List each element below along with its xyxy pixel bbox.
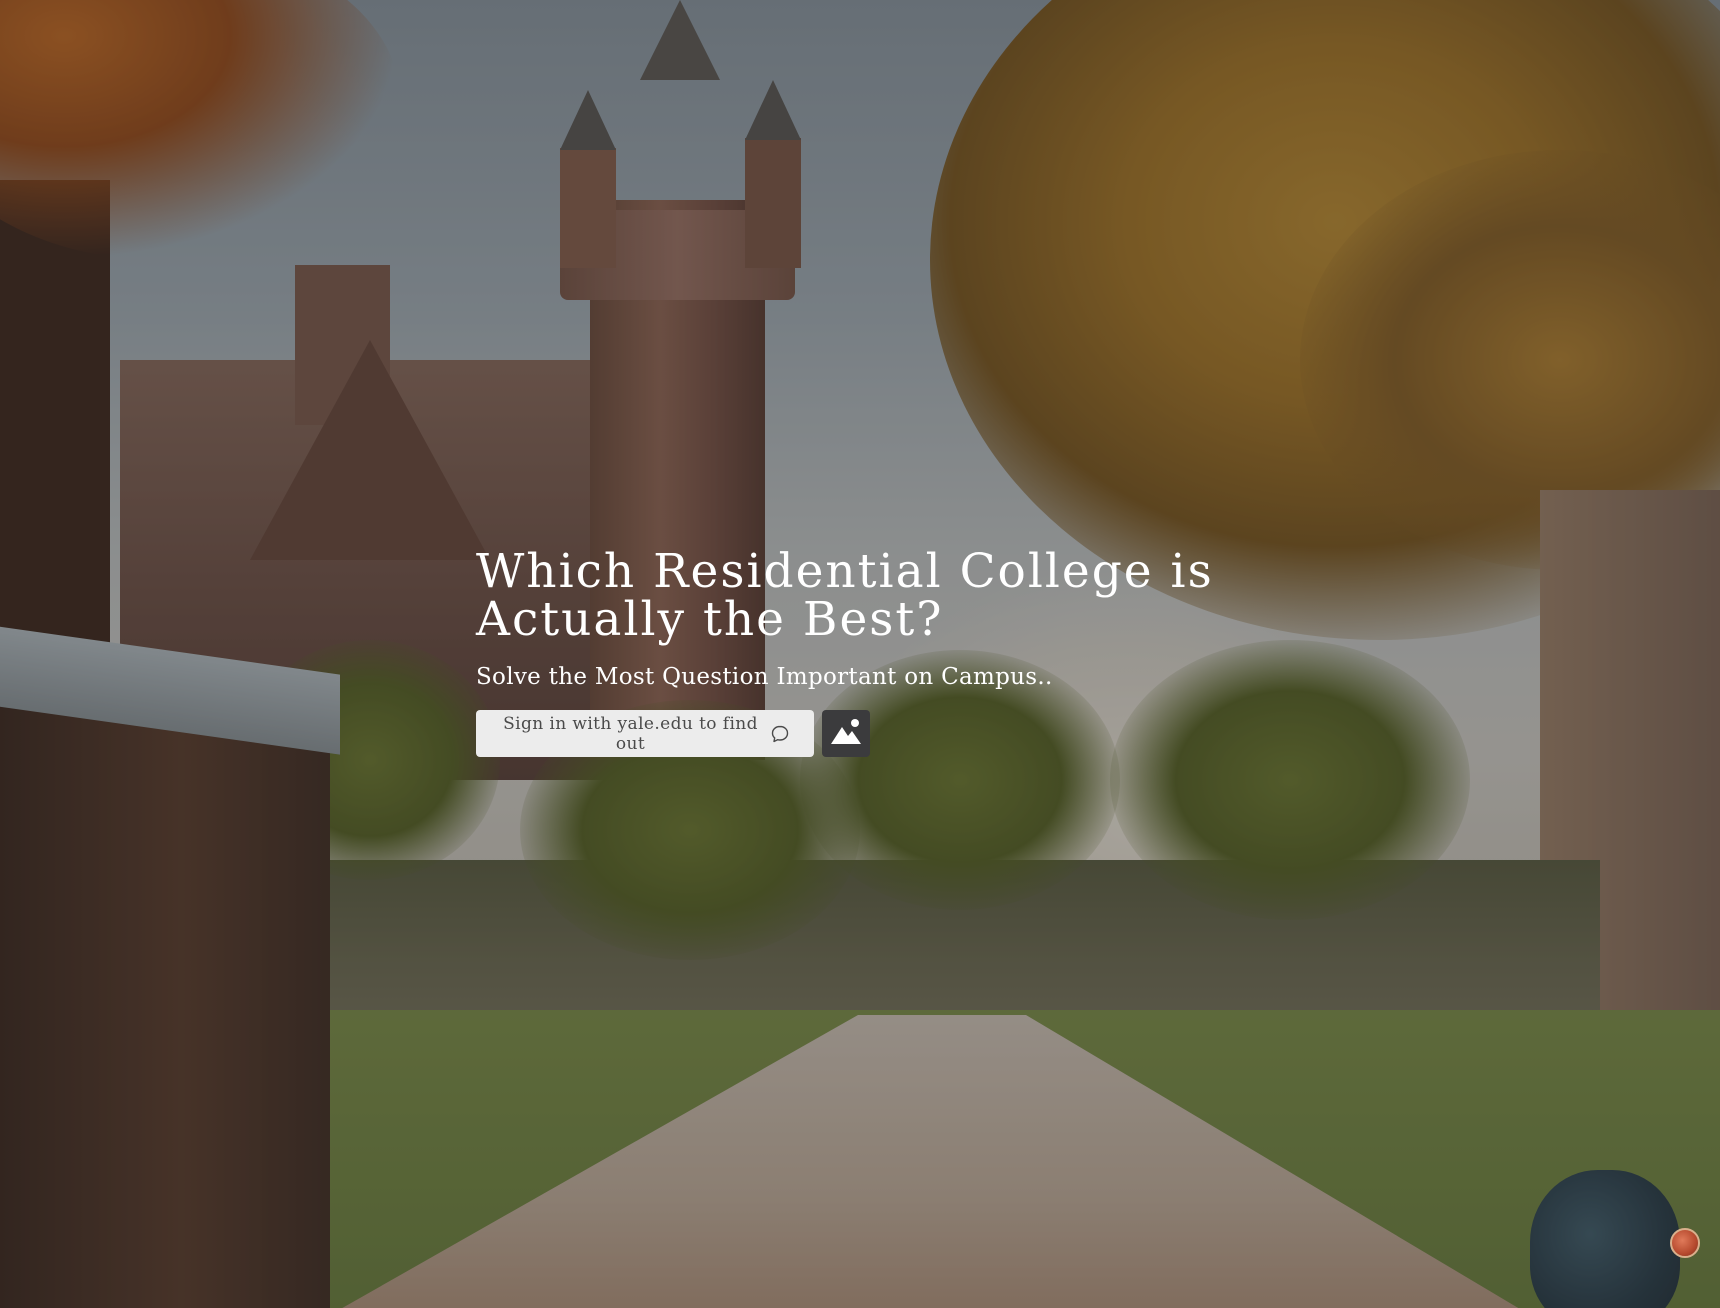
page-title-line-2: Actually the Best? (476, 592, 944, 647)
sign-in-label: Sign in with yale.edu to find out (503, 713, 758, 754)
chat-bubble-icon (770, 724, 790, 744)
badge-icon[interactable] (1670, 1228, 1700, 1258)
page-title-line-1: Which Residential College is (476, 544, 1214, 599)
action-row: Sign in with yale.edu to find out (476, 710, 1236, 757)
sign-in-button[interactable]: Sign in with yale.edu to find out (476, 710, 814, 757)
image-icon (829, 717, 863, 750)
page-subtitle: Solve the Most Question Important on Cam… (476, 664, 1053, 690)
page-title: Which Residential College is Actually th… (476, 548, 1236, 644)
image-button[interactable] (822, 710, 870, 757)
hero-section: Which Residential College is Actually th… (476, 548, 1236, 757)
